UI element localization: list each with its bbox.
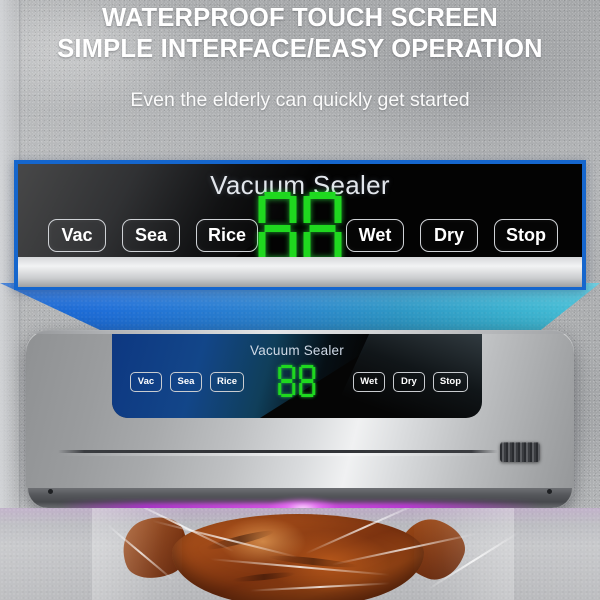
- device-right-button-group: Wet Dry Stop: [352, 372, 468, 392]
- magnified-right-button-group: Wet Dry Stop: [346, 218, 558, 252]
- device-display-digit-1: [278, 365, 296, 397]
- device-button-wet[interactable]: Wet: [352, 372, 385, 392]
- display-digit-2: [303, 192, 342, 264]
- device-foot-left: [48, 489, 53, 494]
- device-body: Vacuum Sealer Vac Sea Rice Wet Dry Stop: [26, 330, 574, 508]
- button-stop[interactable]: Stop: [494, 218, 558, 252]
- display-digit-1: [258, 192, 297, 264]
- magnified-button-row: Vac Sea Rice Wet Dry Stop: [18, 192, 582, 264]
- button-rice[interactable]: Rice: [196, 218, 259, 252]
- device-panel-title: Vacuum Sealer: [250, 343, 344, 358]
- button-sea[interactable]: Sea: [122, 218, 180, 252]
- headline-block: WATERPROOF TOUCH SCREEN SIMPLE INTERFACE…: [0, 0, 600, 65]
- product-banner: WATERPROOF TOUCH SCREEN SIMPLE INTERFACE…: [0, 0, 600, 600]
- cutter-slider-knob[interactable]: [500, 442, 540, 462]
- button-vac[interactable]: Vac: [48, 218, 106, 252]
- headline-subtitle: Even the elderly can quickly get started: [130, 89, 470, 111]
- device-button-stop[interactable]: Stop: [432, 372, 468, 392]
- device-button-sea[interactable]: Sea: [170, 372, 202, 392]
- device-left-button-group: Vac Sea Rice: [130, 372, 245, 392]
- button-dry[interactable]: Dry: [420, 218, 478, 252]
- vacuum-sealer-device: Vacuum Sealer Vac Sea Rice Wet Dry Stop: [26, 330, 574, 508]
- magnified-panel-inner: Vacuum Sealer Vac Sea Rice Wet Dry Stop: [18, 164, 582, 287]
- magnified-panel-screen: Vacuum Sealer Vac Sea Rice Wet Dry Stop: [18, 164, 582, 264]
- headline-line-1: WATERPROOF TOUCH SCREEN: [101, 4, 499, 32]
- device-button-vac[interactable]: Vac: [130, 372, 162, 392]
- device-seven-segment-display: [278, 365, 316, 397]
- button-wet[interactable]: Wet: [346, 218, 404, 252]
- device-foot-right: [547, 489, 552, 494]
- device-button-dry[interactable]: Dry: [392, 372, 425, 392]
- device-control-panel: Vacuum Sealer Vac Sea Rice Wet Dry Stop: [112, 334, 482, 418]
- device-button-row: Vac Sea Rice Wet Dry Stop: [112, 365, 482, 402]
- magnified-panel-base-strip: [18, 257, 582, 287]
- magnified-control-panel: Vacuum Sealer Vac Sea Rice Wet Dry Stop: [14, 160, 586, 290]
- device-display-digit-2: [298, 365, 316, 397]
- seven-segment-display: [258, 192, 342, 264]
- headline-line-2: SIMPLE INTERFACE/EASY OPERATION: [57, 35, 543, 63]
- device-seam-highlight: [58, 453, 498, 456]
- vacuum-bag-scene: [0, 508, 600, 600]
- device-button-rice[interactable]: Rice: [210, 372, 245, 392]
- magnified-left-button-group: Vac Sea Rice: [48, 218, 259, 252]
